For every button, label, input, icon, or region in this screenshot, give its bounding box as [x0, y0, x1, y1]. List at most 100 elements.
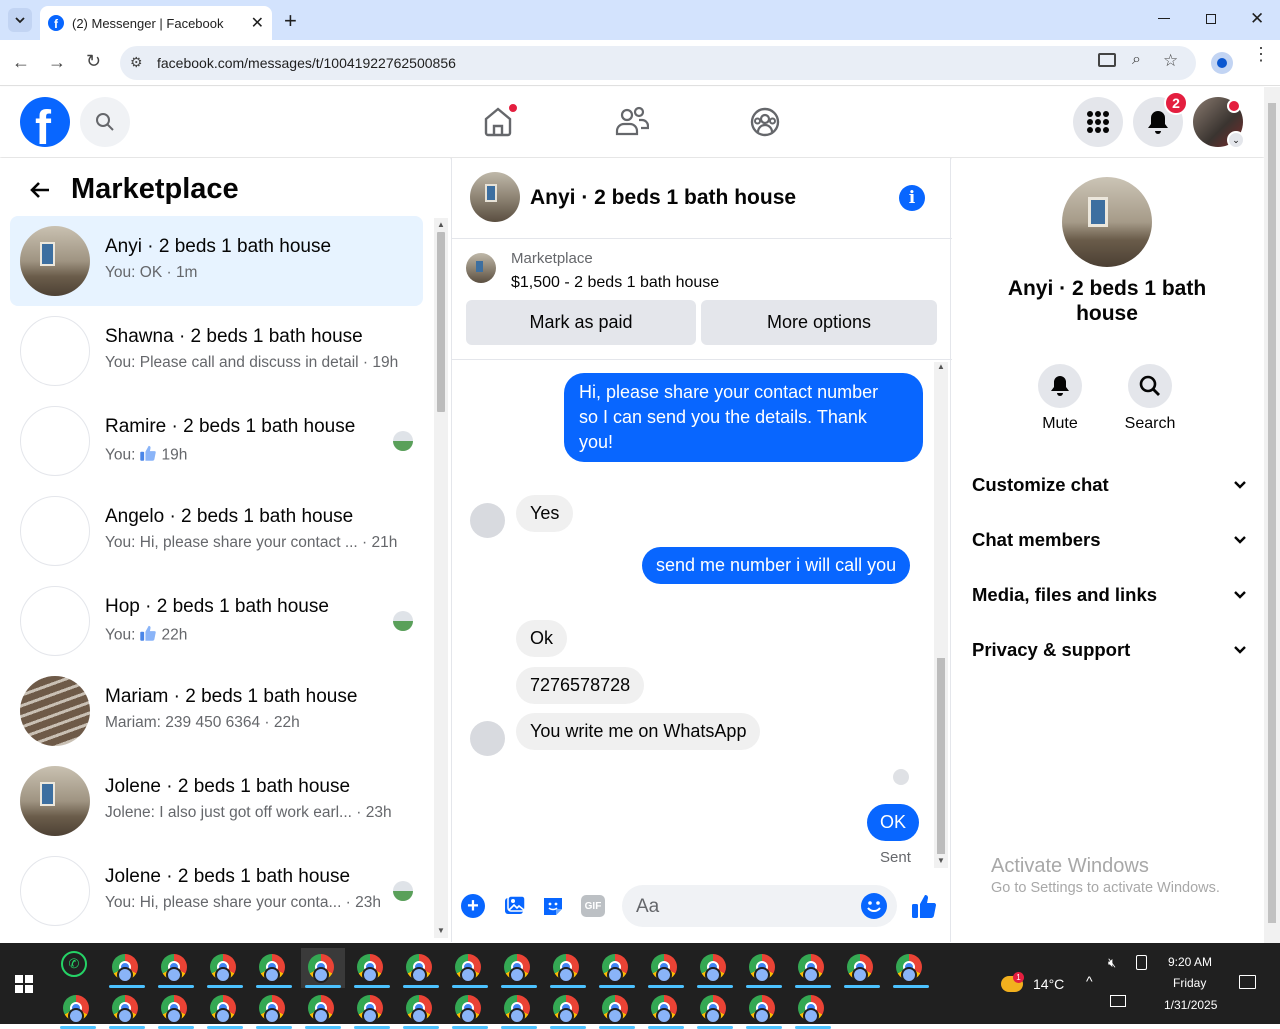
- chrome-taskbar-icon[interactable]: [595, 989, 639, 1029]
- mark-as-paid-button[interactable]: Mark as paid: [466, 300, 696, 345]
- volume-muted-icon[interactable]: 🔇︎: [1108, 955, 1116, 971]
- search-button[interactable]: [80, 97, 130, 147]
- chrome-taskbar-icon[interactable]: [693, 989, 737, 1029]
- chrome-taskbar-icon[interactable]: [546, 989, 590, 1029]
- start-button[interactable]: [15, 975, 33, 998]
- section-media-files-links[interactable]: Media, files and links: [972, 584, 1247, 606]
- show-hidden-icons-icon[interactable]: ^: [1086, 973, 1093, 989]
- message-input[interactable]: Aa: [622, 885, 897, 927]
- section-chat-members[interactable]: Chat members: [972, 529, 1247, 551]
- message-incoming[interactable]: Ok: [516, 620, 568, 657]
- chat-avatar[interactable]: [470, 172, 520, 222]
- conversation-row[interactable]: Mariam · 2 beds 1 bath house Mariam: 239 …: [10, 666, 423, 756]
- search-in-chat-button[interactable]: [1128, 364, 1172, 408]
- conversation-row[interactable]: Hop · 2 beds 1 bath house You: 22h: [10, 576, 423, 666]
- chrome-taskbar-icon[interactable]: [595, 948, 639, 988]
- conversation-scrollbar[interactable]: ▲ ▼: [434, 218, 448, 938]
- network-icon[interactable]: [1110, 995, 1126, 1007]
- install-app-icon[interactable]: [1098, 53, 1116, 67]
- friends-nav[interactable]: [615, 106, 650, 141]
- chrome-taskbar-icon[interactable]: [350, 989, 394, 1029]
- message-incoming[interactable]: You write me on WhatsApp: [516, 713, 761, 750]
- contact-avatar[interactable]: [470, 721, 505, 756]
- minimize-button[interactable]: [1158, 18, 1170, 19]
- close-tab-icon[interactable]: ✕: [251, 13, 264, 33]
- forward-icon[interactable]: →: [48, 52, 66, 73]
- chat-scrollbar[interactable]: ▲ ▼: [934, 362, 948, 868]
- chrome-taskbar-icon[interactable]: [56, 989, 100, 1029]
- home-nav[interactable]: [481, 103, 518, 138]
- sticker-icon[interactable]: [541, 894, 565, 923]
- conversation-row[interactable]: Ramire · 2 beds 1 bath house You: 19h: [10, 396, 423, 486]
- clock-time[interactable]: 9:20 AM: [1168, 955, 1212, 969]
- new-tab-button[interactable]: +: [284, 8, 297, 34]
- chrome-taskbar-icon[interactable]: [497, 948, 541, 988]
- chrome-taskbar-icon[interactable]: [154, 989, 198, 1029]
- contact-avatar[interactable]: [470, 503, 505, 538]
- listing-summary[interactable]: $1,500 - 2 beds 1 bath house: [511, 274, 719, 292]
- chrome-taskbar-icon[interactable]: [546, 948, 590, 988]
- chrome-taskbar-icon[interactable]: [350, 948, 394, 988]
- chrome-taskbar-icon[interactable]: [742, 948, 786, 988]
- conversation-row[interactable]: Angelo · 2 beds 1 bath house You: Hi, ple…: [10, 486, 423, 576]
- chrome-taskbar-icon[interactable]: [301, 948, 345, 988]
- chrome-taskbar-icon[interactable]: [448, 989, 492, 1029]
- notifications-button[interactable]: 2: [1133, 91, 1188, 147]
- chrome-taskbar-icon[interactable]: [497, 989, 541, 1029]
- chrome-taskbar-icon[interactable]: [791, 948, 835, 988]
- chrome-taskbar-icon[interactable]: [693, 948, 737, 988]
- chrome-taskbar-icon[interactable]: [399, 989, 443, 1029]
- chrome-taskbar-icon[interactable]: [105, 989, 149, 1029]
- chrome-taskbar-icon[interactable]: [301, 989, 345, 1029]
- more-options-button[interactable]: More options: [701, 300, 937, 345]
- conversation-row[interactable]: Jolene · 2 beds 1 bath house Jolene: I al…: [10, 756, 423, 846]
- message-incoming[interactable]: Yes: [516, 495, 574, 532]
- chrome-taskbar-icon[interactable]: [203, 948, 247, 988]
- browser-menu-icon[interactable]: ⋮: [1252, 45, 1270, 63]
- conversation-row[interactable]: Anyi · 2 beds 1 bath house You: OK · 1m: [10, 216, 423, 306]
- chrome-taskbar-icon[interactable]: [644, 989, 688, 1029]
- chrome-taskbar-icon[interactable]: [154, 948, 198, 988]
- address-bar[interactable]: ⚙ facebook.com/messages/t/10041922762500…: [120, 46, 1196, 80]
- zoom-icon[interactable]: ⌕: [1132, 51, 1141, 69]
- chat-title[interactable]: Anyi · 2 beds 1 bath house: [530, 186, 796, 210]
- site-settings-icon[interactable]: ⚙: [130, 54, 143, 71]
- listing-thumbnail[interactable]: [466, 253, 496, 283]
- photo-icon[interactable]: [503, 894, 527, 923]
- message-outgoing[interactable]: send me number i will call you: [642, 547, 911, 584]
- add-attachment-icon[interactable]: +: [461, 894, 485, 918]
- profile-icon[interactable]: [1211, 52, 1233, 74]
- emoji-icon[interactable]: [861, 893, 887, 919]
- details-avatar[interactable]: [1062, 177, 1152, 267]
- info-icon[interactable]: i: [899, 185, 925, 211]
- browser-tab[interactable]: f (2) Messenger | Facebook ✕: [40, 6, 272, 40]
- tab-search-button[interactable]: [8, 8, 32, 32]
- reload-icon[interactable]: ↻: [86, 51, 101, 72]
- chrome-taskbar-icon[interactable]: [840, 948, 884, 988]
- chrome-taskbar-icon[interactable]: [105, 948, 149, 988]
- chrome-taskbar-icon[interactable]: [252, 948, 296, 988]
- groups-nav[interactable]: [749, 106, 781, 143]
- restore-button[interactable]: [1206, 14, 1216, 24]
- facebook-logo[interactable]: f: [20, 97, 70, 147]
- conversation-row[interactable]: Shawna · 2 beds 1 bath house You: Please …: [10, 306, 423, 396]
- message-outgoing[interactable]: Hi, please share your contact number so …: [564, 373, 923, 462]
- notification-center-icon[interactable]: [1239, 975, 1256, 989]
- section-privacy-support[interactable]: Privacy & support: [972, 639, 1247, 661]
- chrome-taskbar-icon[interactable]: [889, 948, 933, 988]
- like-thumb-icon[interactable]: [910, 892, 938, 925]
- chrome-taskbar-icon[interactable]: [203, 989, 247, 1029]
- menu-button[interactable]: [1073, 97, 1123, 147]
- back-arrow-icon[interactable]: [28, 178, 52, 207]
- chrome-taskbar-icon[interactable]: [644, 948, 688, 988]
- page-scrollbar[interactable]: [1264, 87, 1280, 943]
- chrome-taskbar-icon[interactable]: [399, 948, 443, 988]
- temperature[interactable]: 14°C: [1033, 976, 1064, 992]
- whatsapp-taskbar-icon[interactable]: ✆: [61, 951, 87, 977]
- message-outgoing[interactable]: OK: [867, 804, 920, 841]
- chrome-taskbar-icon[interactable]: [742, 989, 786, 1029]
- gif-icon[interactable]: GIF: [581, 895, 605, 917]
- account-avatar[interactable]: ⌄: [1193, 97, 1245, 149]
- mute-button[interactable]: [1038, 364, 1082, 408]
- clock-day[interactable]: Friday: [1173, 976, 1206, 990]
